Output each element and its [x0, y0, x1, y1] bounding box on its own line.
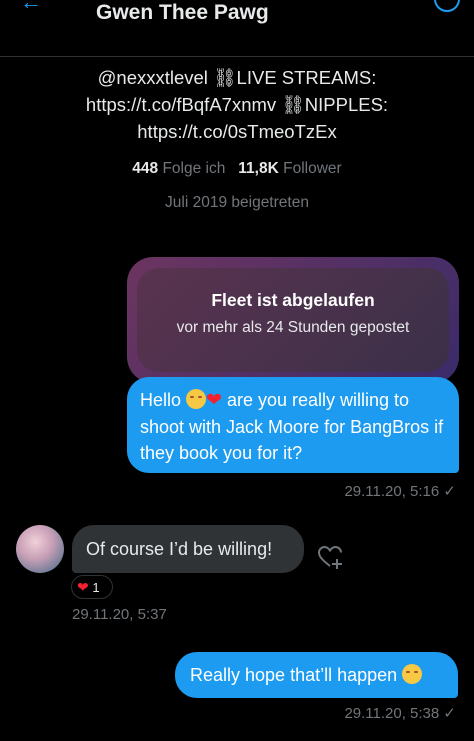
followers-count[interactable]: 11,8K [238, 160, 279, 177]
outgoing-message-bubble[interactable]: Hello ❤ are you really willing to shoot … [127, 377, 459, 473]
conversation-header: ← Gwen Thee Pawg [0, 0, 474, 57]
back-arrow-icon[interactable]: ← [20, 0, 42, 13]
following-count[interactable]: 448 [132, 160, 158, 177]
timestamp-text: 29.11.20, 5:16 [344, 483, 440, 500]
sent-check-icon: ✓ [443, 483, 456, 500]
bio-line: @nexxxtlevel ⛓LIVE STREAMS: [97, 67, 377, 88]
bio-link[interactable]: https://t.co/0sTmeoTzEx [40, 118, 434, 145]
following-label[interactable]: Folge ich [162, 160, 225, 177]
bio-link[interactable]: https://t.co/fBqfA7xnmv ⛓NIPPLES: [40, 91, 434, 118]
joined-date: Juli 2019 beigetreten [165, 194, 309, 211]
red-heart-icon: ❤ [77, 579, 89, 595]
red-heart-emoji-icon: ❤ [206, 390, 222, 411]
message-timestamp: 29.11.20, 5:38 ✓ [344, 704, 456, 722]
reaction-badge[interactable]: ❤ 1 [71, 575, 113, 599]
info-icon[interactable] [434, 0, 460, 12]
message-timestamp: 29.11.20, 5:16 ✓ [344, 482, 456, 500]
sent-check-icon: ✓ [443, 705, 456, 722]
fleet-subtitle: vor mehr als 24 Stunden gepostet [176, 319, 410, 336]
profile-bio: @nexxxtlevel ⛓LIVE STREAMS: https://t.co… [40, 64, 434, 145]
avatar[interactable] [16, 525, 64, 573]
fleet-reply-card: Fleet ist abgelaufen vor mehr als 24 Stu… [127, 257, 459, 383]
message-text: Hello [140, 390, 182, 410]
timestamp-text: 29.11.20, 5:38 [344, 705, 440, 722]
reaction-count: 1 [92, 580, 100, 595]
followers-label[interactable]: Follower [283, 160, 342, 177]
profile-stats: 448 Folge ich 11,8K Follower [0, 160, 474, 178]
incoming-message-bubble[interactable]: Of course I’d be willing! [72, 525, 304, 573]
add-reaction-icon[interactable] [317, 544, 343, 570]
smiling-face-emoji-icon [186, 389, 207, 409]
conversation-title[interactable]: Gwen Thee Pawg [96, 0, 269, 26]
fleet-expired-notice: Fleet ist abgelaufen vor mehr als 24 Stu… [137, 268, 449, 372]
fleet-title: Fleet ist abgelaufen [211, 290, 375, 310]
message-timestamp: 29.11.20, 5:37 [72, 606, 167, 623]
outgoing-message-bubble[interactable]: Really hope that’ll happen [175, 652, 458, 698]
message-text: Really hope that’ll happen [190, 665, 398, 685]
smiling-face-emoji-icon [402, 664, 423, 684]
